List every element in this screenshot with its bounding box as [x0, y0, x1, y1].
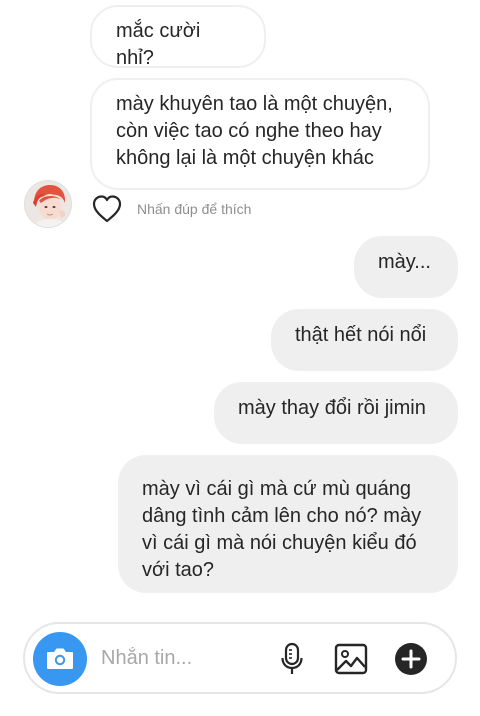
microphone-button[interactable]: [274, 641, 310, 677]
camera-button[interactable]: [33, 632, 87, 686]
gallery-button[interactable]: [333, 641, 369, 677]
message-bubble-incoming[interactable]: mày khuyên tao là một chuyện, còn việc t…: [90, 78, 430, 190]
heart-icon[interactable]: [91, 194, 123, 224]
double-tap-like-hint: Nhấn đúp để thích: [137, 201, 252, 217]
camera-icon: [47, 648, 73, 669]
message-bubble-incoming[interactable]: mắc cười nhỉ?: [90, 5, 266, 69]
message-bubble-outgoing[interactable]: mày...: [354, 236, 458, 298]
plus-icon: [395, 643, 427, 675]
image-icon: [334, 643, 368, 675]
message-input[interactable]: [101, 644, 261, 672]
message-bubble-outgoing[interactable]: mày vì cái gì mà cứ mù quáng dâng tình c…: [118, 455, 458, 593]
message-thread: mắc cười nhỉ? mày khuyên tao là một chuy…: [0, 0, 480, 610]
avatar[interactable]: [24, 180, 72, 228]
microphone-icon: [281, 642, 303, 674]
message-composer: [23, 622, 457, 694]
more-button[interactable]: [393, 641, 429, 677]
message-bubble-outgoing[interactable]: mày thay đổi rồi jimin: [214, 382, 458, 444]
message-bubble-outgoing[interactable]: thật hết nói nổi: [271, 309, 458, 371]
avatar-photo: [25, 181, 71, 227]
